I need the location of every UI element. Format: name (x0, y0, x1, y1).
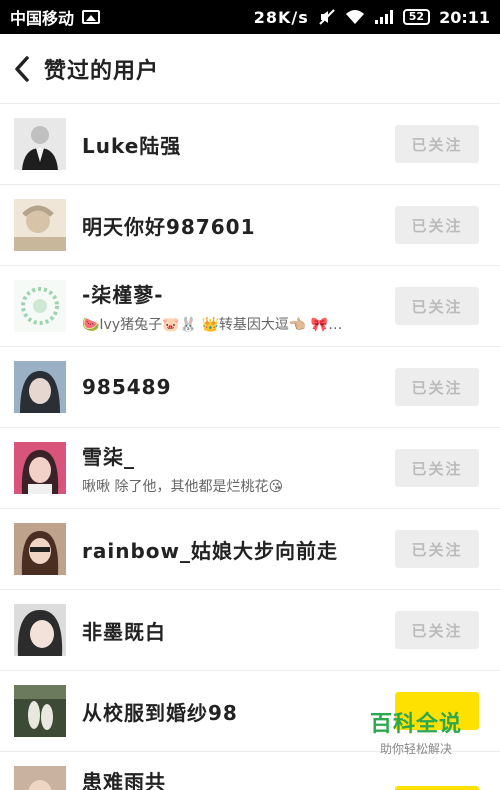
user-name: 从校服到婚纱98 (82, 700, 238, 725)
list-item[interactable]: rainbow_姑娘大步向前走 已关注 (0, 509, 500, 590)
chevron-left-icon (15, 55, 29, 82)
followed-button[interactable]: 已关注 (395, 530, 479, 568)
avatar[interactable] (14, 442, 66, 494)
user-signature: 🍉Ivy猪兔子🐷🐰 👑转基因大逗👈🏼 🎀… (82, 316, 343, 333)
followed-button[interactable]: 已关注 (395, 206, 479, 244)
followed-button[interactable]: 已关注 (395, 611, 479, 649)
avatar[interactable] (14, 118, 66, 170)
avatar[interactable] (14, 280, 66, 332)
avatar[interactable] (14, 199, 66, 251)
follow-button[interactable]: 关注 (395, 786, 479, 790)
carrier-label: 中国移动 (10, 9, 75, 28)
user-signature: 啾啾 除了他，其他都是烂桃花😘 (82, 478, 284, 495)
avatar[interactable] (14, 685, 66, 737)
status-bar: 中国移动 28K/s 52 20:11 (0, 0, 500, 34)
mute-icon (319, 9, 335, 25)
list-item[interactable]: 雪柒_ 啾啾 除了他，其他都是烂桃花😘 已关注 (0, 428, 500, 509)
user-name: Luke陆强 (82, 133, 182, 158)
watermark-logo: 百科全说 助你轻松解决 (356, 706, 476, 766)
user-name: 985489 (82, 375, 172, 399)
user-name: 患难雨共 (82, 770, 166, 790)
user-name: -柒槿蓼- (82, 282, 164, 307)
network-speed: 28K/s (253, 7, 309, 27)
list-item[interactable]: 985489 已关注 (0, 347, 500, 428)
page-title: 赞过的用户 (44, 58, 160, 84)
list-item[interactable]: Luke陆强 已关注 (0, 104, 500, 185)
gallery-icon (82, 10, 101, 24)
watermark-title: 百科全说 (369, 712, 462, 737)
list-item[interactable]: 非墨既白 已关注 (0, 590, 500, 671)
battery-icon: 52 (402, 9, 431, 25)
list-item[interactable]: 明天你好987601 已关注 (0, 185, 500, 266)
avatar[interactable] (14, 523, 66, 575)
user-name: rainbow_姑娘大步向前走 (82, 538, 338, 563)
nav-bar: 赞过的用户 (0, 34, 500, 104)
followed-button[interactable]: 已关注 (395, 287, 479, 325)
followed-button[interactable]: 已关注 (395, 449, 479, 487)
list-item[interactable]: -柒槿蓼- 🍉Ivy猪兔子🐷🐰 👑转基因大逗👈🏼 🎀… 已关注 (0, 266, 500, 347)
signal-icon (374, 10, 393, 24)
watermark-subtitle: 助你轻松解决 (379, 742, 452, 756)
avatar[interactable] (14, 361, 66, 413)
back-button[interactable] (0, 34, 44, 104)
wifi-icon (345, 10, 364, 24)
user-name: 雪柒_ (82, 444, 135, 469)
user-name: 明天你好987601 (82, 214, 256, 239)
clock: 20:11 (439, 7, 490, 27)
followed-button[interactable]: 已关注 (395, 368, 479, 406)
user-list: Luke陆强 已关注 明天你好987601 已关注 -柒槿蓼- 🍉Ivy猪兔子🐷… (0, 104, 500, 790)
avatar[interactable] (14, 604, 66, 656)
user-name: 非墨既白 (82, 619, 166, 644)
followed-button[interactable]: 已关注 (395, 125, 479, 163)
avatar[interactable] (14, 766, 66, 790)
